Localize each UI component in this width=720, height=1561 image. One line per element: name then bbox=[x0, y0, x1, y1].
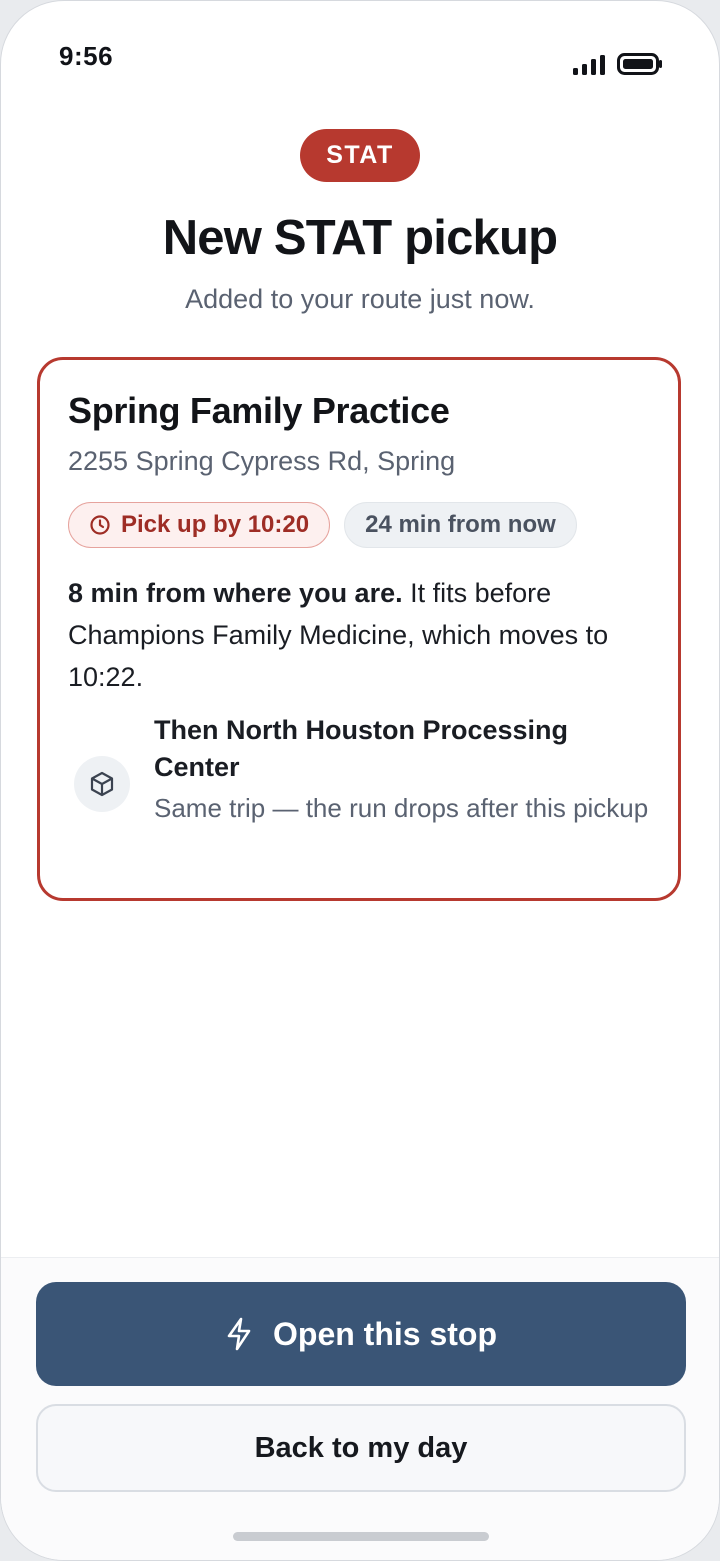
open-stop-button[interactable]: Open this stop bbox=[36, 1282, 686, 1386]
action-footer: Open this stop Back to my day bbox=[1, 1258, 719, 1560]
route-fit-text: 8 min from where you are. It fits before… bbox=[68, 572, 668, 698]
next-stop-title: Then North Houston Processing Center bbox=[154, 715, 569, 782]
home-indicator[interactable] bbox=[233, 1532, 489, 1541]
page-subtitle: Added to your route just now. bbox=[185, 284, 535, 314]
route-fit-lead: 8 min from where you are. bbox=[68, 578, 403, 608]
status-time: 9:56 bbox=[59, 41, 114, 71]
next-stop-description: Same trip — the run drops after this pic… bbox=[154, 793, 649, 823]
chip-row: Pick up by 10:20 24 min from now bbox=[68, 502, 577, 548]
lightning-icon bbox=[225, 1317, 253, 1351]
status-bar: 9:56 bbox=[1, 1, 719, 101]
stat-badge: STAT bbox=[300, 129, 420, 182]
stop-name: Spring Family Practice bbox=[68, 390, 450, 431]
header: STAT New STAT pickup Added to your route… bbox=[1, 129, 719, 315]
eta-chip-label: 24 min from now bbox=[365, 511, 556, 538]
battery-icon bbox=[617, 53, 663, 80]
eta-chip: 24 min from now bbox=[344, 502, 577, 548]
stop-address: 2255 Spring Cypress Rd, Spring bbox=[68, 446, 456, 476]
open-stop-label: Open this stop bbox=[273, 1315, 497, 1352]
back-to-day-label: Back to my day bbox=[254, 1431, 468, 1464]
status-icons bbox=[573, 53, 663, 80]
clock-icon bbox=[89, 514, 111, 536]
back-to-day-button[interactable]: Back to my day bbox=[36, 1404, 686, 1492]
signal-icon bbox=[573, 55, 607, 80]
deadline-chip: Pick up by 10:20 bbox=[68, 502, 331, 548]
phone-screen: 9:56 STAT New STAT pickup Added to your … bbox=[0, 0, 720, 1561]
page-title: New STAT pickup bbox=[162, 211, 558, 265]
stop-card[interactable]: Spring Family Practice 2255 Spring Cypre… bbox=[37, 357, 681, 901]
package-icon bbox=[74, 756, 130, 812]
deadline-chip-label: Pick up by 10:20 bbox=[121, 511, 310, 538]
